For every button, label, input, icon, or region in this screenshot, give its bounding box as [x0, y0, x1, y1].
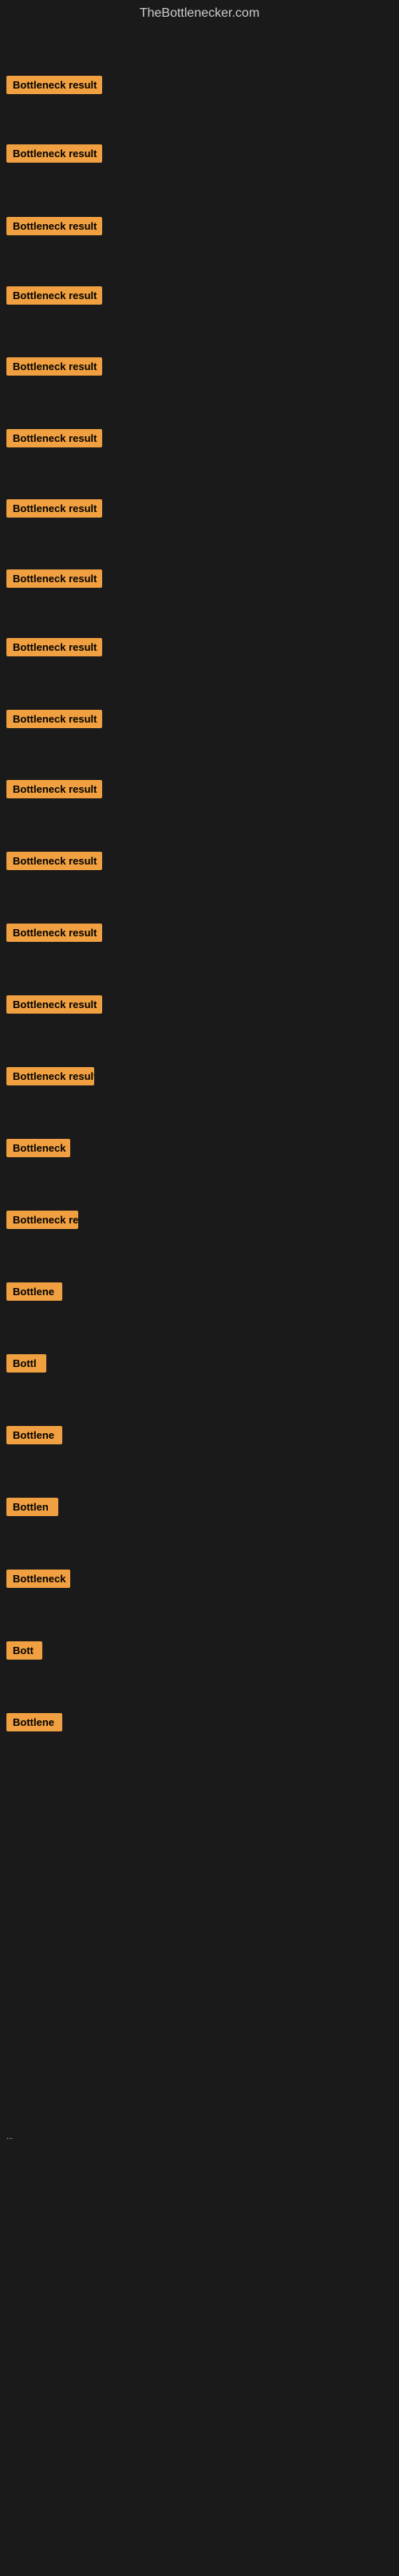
bottleneck-result-item[interactable]: Bottleneck result	[6, 924, 102, 942]
bottleneck-result-item[interactable]: Bottleneck result	[6, 286, 102, 305]
bottleneck-result-item[interactable]: Bottlene	[6, 1282, 62, 1301]
bottleneck-result-item[interactable]: Bottleneck result	[6, 429, 102, 447]
small-indicator: ...	[6, 2133, 13, 2141]
bottleneck-result-item[interactable]: Bottleneck result	[6, 852, 102, 870]
bottleneck-result-item[interactable]: Bottleneck result	[6, 144, 102, 163]
bottleneck-result-item[interactable]: Bottleneck re	[6, 1211, 78, 1229]
bottleneck-result-item[interactable]: Bottl	[6, 1354, 46, 1373]
bottleneck-result-item[interactable]: Bottleneck result	[6, 780, 102, 798]
bottleneck-result-item[interactable]: Bottleneck result	[6, 217, 102, 235]
bottleneck-result-item[interactable]: Bottleneck result	[6, 569, 102, 588]
bottleneck-result-item[interactable]: Bottleneck result	[6, 995, 102, 1014]
bottleneck-result-item[interactable]: Bottlene	[6, 1713, 62, 1731]
bottleneck-result-item[interactable]: Bott	[6, 1641, 42, 1660]
bottleneck-result-item[interactable]: Bottleneck result	[6, 1067, 94, 1085]
bottleneck-result-item[interactable]: Bottleneck result	[6, 499, 102, 518]
bottleneck-result-item[interactable]: Bottleneck result	[6, 710, 102, 728]
bottleneck-result-item[interactable]: Bottlen	[6, 1498, 58, 1516]
bottleneck-result-item[interactable]: Bottleneck	[6, 1139, 70, 1157]
site-title: TheBottlenecker.com	[0, 0, 399, 24]
bottleneck-result-item[interactable]: Bottleneck result	[6, 638, 102, 656]
bottleneck-result-item[interactable]: Bottlene	[6, 1426, 62, 1444]
bottleneck-result-item[interactable]: Bottleneck result	[6, 357, 102, 376]
bottleneck-result-item[interactable]: Bottleneck result	[6, 76, 102, 94]
bottleneck-result-item[interactable]: Bottleneck	[6, 1570, 70, 1588]
